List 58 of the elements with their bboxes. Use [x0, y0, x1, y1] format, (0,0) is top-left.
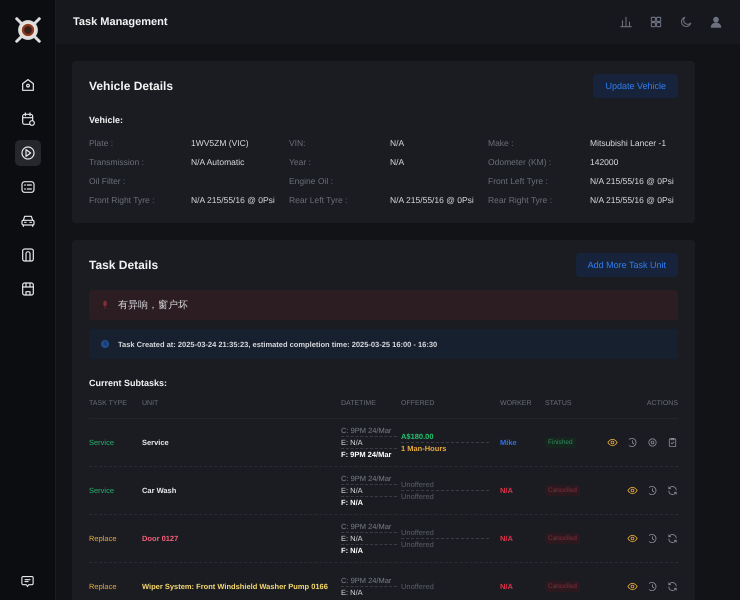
- field-label: Rear Right Tyre :: [488, 195, 554, 206]
- update-vehicle-button[interactable]: Update Vehicle: [593, 74, 678, 98]
- eye-icon[interactable]: [607, 437, 618, 448]
- car-icon: [20, 213, 36, 229]
- field-label: Engine Oil :: [289, 176, 334, 187]
- field-label: Front Right Tyre :: [89, 195, 156, 206]
- field-value: N/A 215/55/16 @ 0Psi: [191, 195, 276, 206]
- chat-icon[interactable]: [20, 574, 35, 588]
- door-icon: [20, 247, 36, 263]
- field-value: N/A 215/55/16 @ 0Psi: [390, 195, 475, 206]
- calendar-icon: [20, 111, 36, 127]
- field-value: N/A Automatic: [191, 157, 246, 168]
- section-label: Vehicle:: [89, 115, 124, 125]
- play-circle-icon: [20, 145, 36, 161]
- card-title: Vehicle Details: [89, 79, 174, 93]
- history-icon[interactable]: [627, 437, 638, 448]
- field-value: 142000: [590, 157, 620, 168]
- field-label: Plate :: [89, 138, 114, 149]
- grid-icon[interactable]: [649, 15, 663, 29]
- logo-icon[interactable]: [12, 15, 42, 45]
- field-value: 1WV5ZM (VIC): [191, 138, 250, 149]
- page-title: Task Management: [73, 16, 169, 28]
- refresh-icon[interactable]: [667, 485, 678, 496]
- field-label: VIN:: [289, 138, 307, 149]
- field-label: Make :: [488, 138, 515, 149]
- field-label: Transmission :: [89, 157, 145, 168]
- field-label: Oil Filter :: [89, 176, 126, 187]
- eye-icon[interactable]: [627, 533, 638, 544]
- eye-icon[interactable]: [627, 485, 638, 496]
- history-icon[interactable]: [647, 533, 658, 544]
- store-icon: [20, 281, 36, 297]
- field-value: N/A: [390, 157, 406, 168]
- section-label: Current Subtasks:: [89, 378, 168, 388]
- history-icon[interactable]: [647, 581, 658, 592]
- refresh-icon[interactable]: [667, 581, 678, 592]
- note-text: 有异响，窗户坏: [118, 298, 188, 312]
- history-icon[interactable]: [647, 485, 658, 496]
- checklist-icon: [20, 179, 36, 195]
- clipboard-check-icon[interactable]: [667, 437, 678, 448]
- add-task-unit-button[interactable]: Add More Task Unit: [576, 253, 678, 277]
- field-label: Odometer (KM) :: [488, 157, 552, 168]
- field-value: N/A: [390, 138, 406, 149]
- refresh-icon[interactable]: [667, 533, 678, 544]
- moon-icon[interactable]: [679, 15, 693, 29]
- home-icon: [20, 77, 36, 93]
- field-value: Mitsubishi Lancer -1: [590, 138, 668, 149]
- sidebar-item[interactable]: [14, 140, 40, 166]
- bar-chart-icon[interactable]: [619, 15, 633, 29]
- user-icon[interactable]: [709, 15, 723, 29]
- settings-icon[interactable]: [647, 437, 658, 448]
- card-title: Task Details: [89, 258, 158, 272]
- field-label: Year :: [289, 157, 312, 168]
- field-label: Rear Left Tyre :: [289, 195, 348, 206]
- clock-icon: [100, 339, 110, 349]
- field-value: N/A 215/55/16 @ 0Psi: [590, 195, 675, 206]
- eye-icon[interactable]: [627, 581, 638, 592]
- field-label: Front Left Tyre :: [488, 176, 549, 187]
- field-value: N/A 215/55/16 @ 0Psi: [590, 176, 675, 187]
